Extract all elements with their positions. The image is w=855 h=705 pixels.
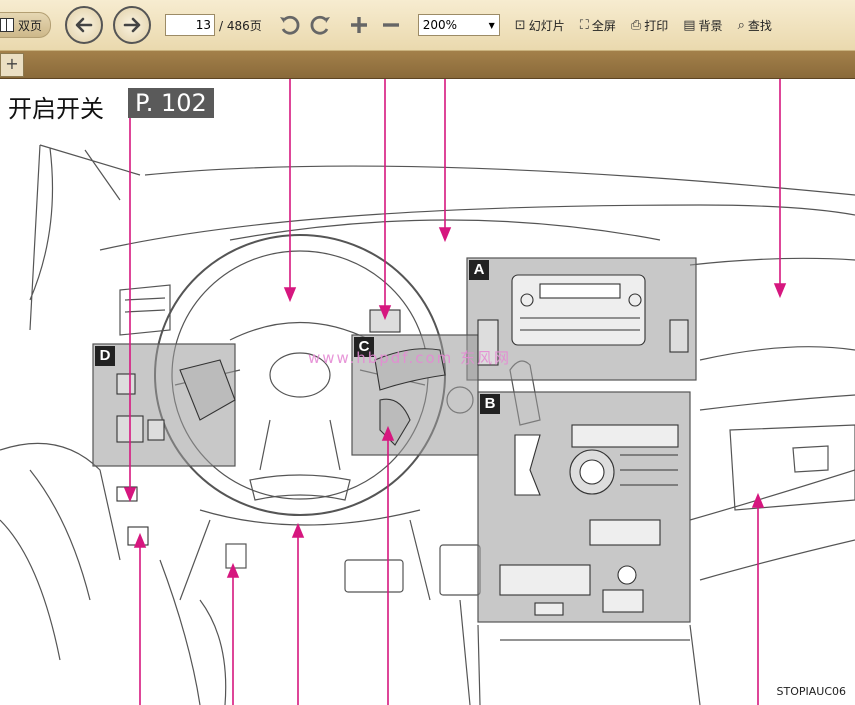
search-icon: ⌕ — [737, 17, 745, 33]
zoom-in-button[interactable] — [348, 14, 370, 36]
print-label: 打印 — [644, 18, 669, 33]
tab-bar: + — [0, 51, 855, 79]
dual-page-button[interactable]: 双页 — [0, 12, 52, 38]
print-button[interactable]: ⎙ 打印 — [631, 17, 668, 34]
find-button[interactable]: ⌕ 查找 — [738, 17, 772, 34]
arrow-left-icon — [75, 17, 93, 33]
page-number-input[interactable] — [165, 14, 216, 36]
chevron-down-icon: ▼ — [488, 20, 495, 30]
callout-label-a: A — [469, 260, 489, 280]
document-page[interactable]: 开启开关 P. 102 A B C D www.hbpdf.com 东风网 ST… — [0, 79, 855, 705]
minus-icon — [382, 23, 399, 27]
toolbar: 双页 / 486页 200% ▼ ⊡ 幻灯片 ⛶ 全屏 ⎙ 打印 ▤ 背景 ⌕ … — [0, 0, 855, 51]
zoom-select[interactable]: 200% ▼ — [417, 14, 500, 36]
callout-label-d: D — [95, 346, 115, 366]
previous-page-button[interactable] — [65, 6, 104, 44]
fullscreen-button[interactable]: ⛶ 全屏 — [580, 17, 616, 34]
rotate-right-icon — [310, 15, 330, 35]
background-label: 背景 — [698, 18, 723, 33]
background-icon: ▤ — [683, 17, 696, 33]
fullscreen-icon: ⛶ — [579, 17, 589, 33]
watermark-text: www.hbpdf.com 东风网 — [308, 349, 512, 367]
slideshow-button[interactable]: ⊡ 幻灯片 — [515, 17, 565, 34]
figure-code: STOPIAUC06 — [776, 685, 847, 698]
find-label: 查找 — [747, 18, 772, 33]
new-tab-button[interactable]: + — [0, 53, 24, 77]
page-total: / 486页 — [219, 18, 262, 33]
dashboard-illustration — [0, 79, 855, 705]
printer-icon: ⎙ — [630, 17, 642, 33]
slideshow-icon: ⊡ — [514, 17, 526, 33]
dual-page-label: 双页 — [18, 18, 43, 33]
callout-label-b: B — [480, 394, 500, 414]
zoom-value: 200% — [422, 18, 458, 32]
rotate-right-button[interactable] — [310, 14, 332, 36]
page-reference-link[interactable]: P. 102 — [128, 88, 214, 118]
plus-icon — [350, 17, 367, 33]
rotate-left-icon — [279, 15, 300, 35]
arrow-right-icon — [123, 17, 141, 33]
next-page-button[interactable] — [113, 6, 152, 44]
slideshow-label: 幻灯片 — [528, 18, 565, 33]
zoom-out-button[interactable] — [380, 14, 402, 36]
fullscreen-label: 全屏 — [591, 18, 616, 33]
section-heading: 开启开关 — [8, 95, 104, 123]
rotate-left-button[interactable] — [278, 14, 300, 36]
book-icon — [0, 18, 14, 32]
background-button[interactable]: ▤ 背景 — [683, 17, 722, 34]
